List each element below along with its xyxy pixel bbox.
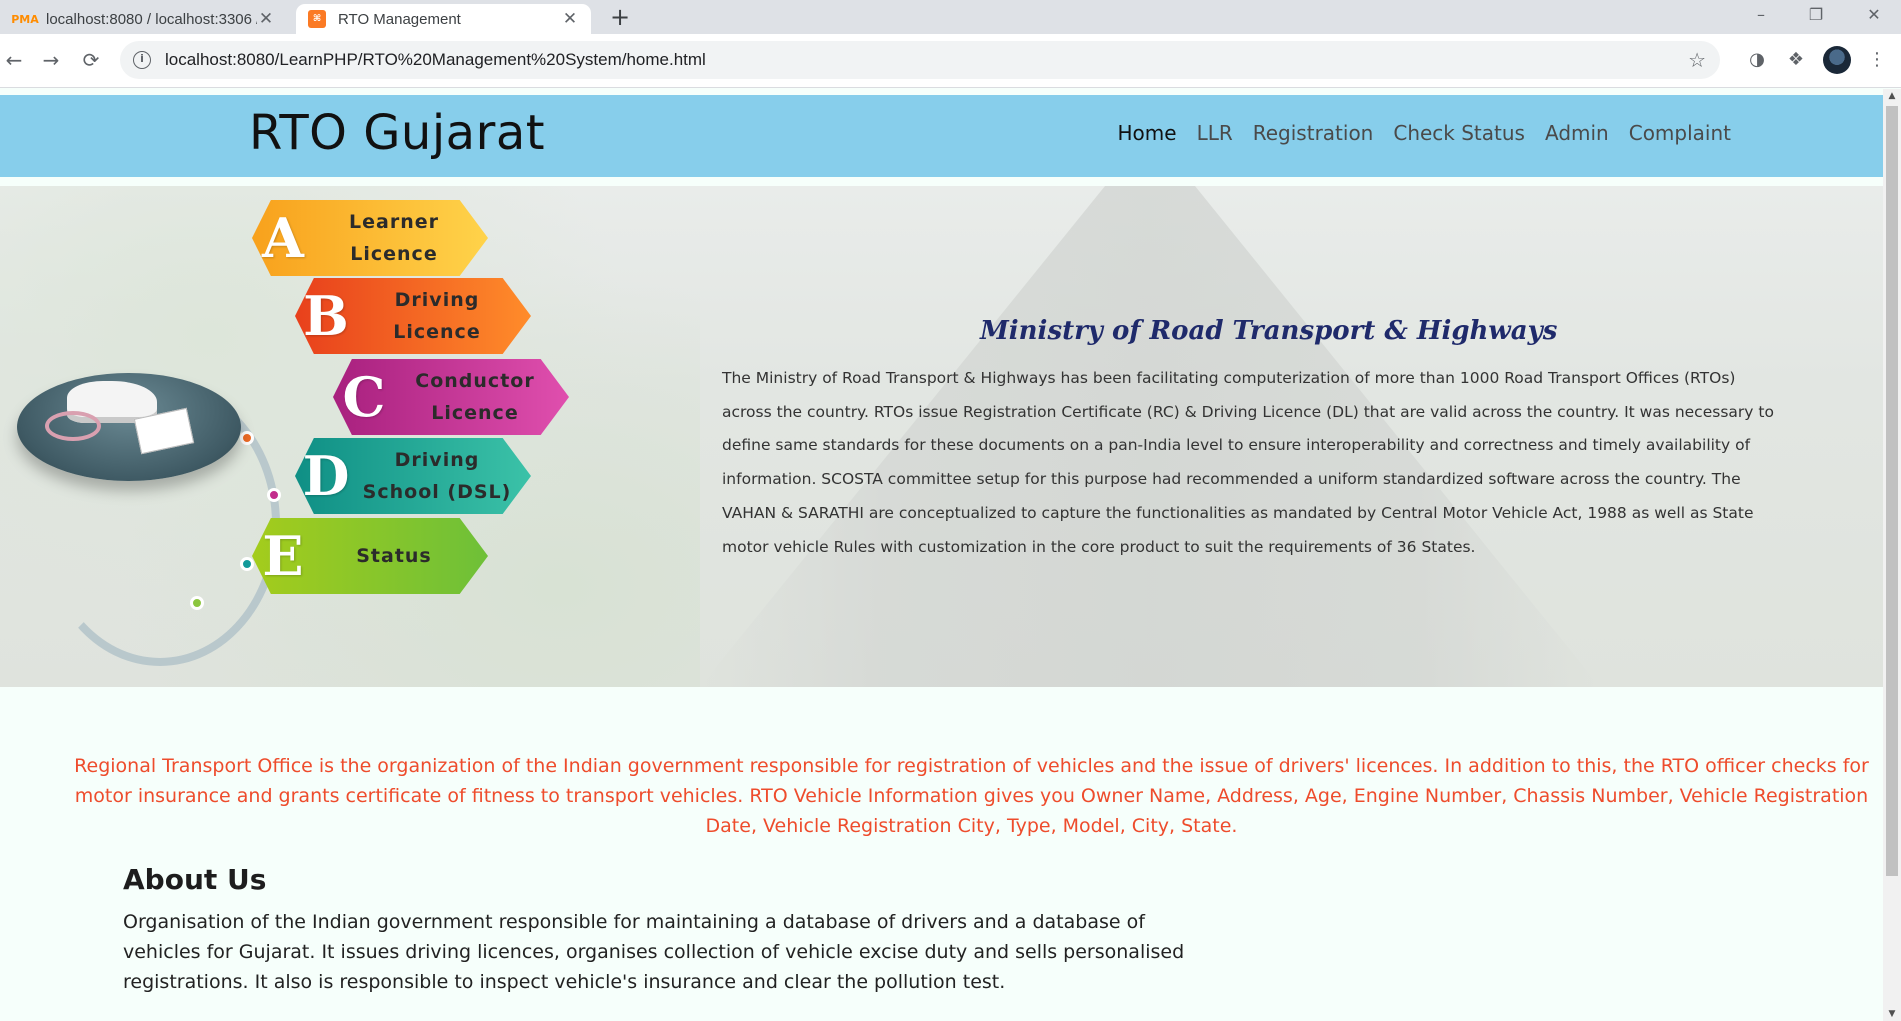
nav-check-status[interactable]: Check Status [1393,121,1525,145]
extension-icon[interactable]: ◑ [1745,48,1769,72]
window-close-button[interactable]: ✕ [1848,0,1900,30]
tab-phpmyadmin[interactable]: PMA localhost:8080 / localhost:3306 / ✕ [4,4,287,34]
bookmark-star-icon[interactable]: ☆ [1688,48,1706,72]
badge-letter: B [303,284,349,348]
url-text[interactable]: localhost:8080/LearnPHP/RTO%20Management… [165,50,706,70]
badge-label: Learner Licence [349,211,439,265]
intro-paragraph: Regional Transport Office is the organiz… [74,755,1869,837]
browser-toolbar: ← → ⟳ i localhost:8080/LearnPHP/RTO%20Ma… [0,34,1901,88]
scroll-up-arrow[interactable]: ▲ [1883,89,1901,103]
site-brand[interactable]: RTO Gujarat [249,105,545,161]
close-icon[interactable]: ✕ [561,9,579,29]
address-bar[interactable]: i localhost:8080/LearnPHP/RTO%20Manageme… [120,41,1720,79]
motorbike-icon [45,411,101,441]
info-icon[interactable]: i [133,51,151,69]
service-badge-driving-school[interactable]: D Driving School (DSL) [295,438,531,514]
badge-label: Status [356,545,432,567]
site-header: RTO Gujarat Home LLR Registration Check … [0,95,1883,177]
nav-admin[interactable]: Admin [1545,121,1609,145]
nav-complaint[interactable]: Complaint [1629,121,1731,145]
badge-label: Driving Licence [393,289,481,343]
service-badge-conductor-licence[interactable]: C Conductor Licence [333,359,569,435]
back-icon[interactable]: ← [0,46,28,74]
service-badge-status[interactable]: E Status [252,518,488,594]
close-icon[interactable]: ✕ [257,9,275,29]
service-badge-driving-licence[interactable]: B Driving Licence [295,278,531,354]
infographic-dot [267,488,281,502]
service-badge-learner-licence[interactable]: A Learner Licence [252,200,488,276]
xampp-icon: ⌘ [308,10,326,28]
services-infographic: A Learner Licence B Driving Licence C Co… [0,186,580,687]
nav-llr[interactable]: LLR [1197,121,1233,145]
nav-registration[interactable]: Registration [1253,121,1374,145]
forward-icon[interactable]: → [37,46,65,74]
profile-avatar[interactable] [1823,46,1851,74]
ministry-title: Ministry of Road Transport & Highways [980,316,1558,346]
infographic-dot [240,557,254,571]
badge-label: Conductor Licence [415,370,535,424]
restore-button[interactable]: ❐ [1790,0,1842,30]
badge-letter: C [342,365,386,429]
ministry-description: The Ministry of Road Transport & Highway… [722,369,1774,556]
reload-icon[interactable]: ⟳ [77,46,105,74]
infographic-dot [240,431,254,445]
new-tab-button[interactable]: + [608,4,632,30]
tab-title: localhost:8080 / localhost:3306 / [46,10,257,28]
minimize-button[interactable]: – [1735,0,1787,30]
tab-rto-management[interactable]: ⌘ RTO Management ✕ [296,4,591,34]
extensions-puzzle-icon[interactable]: ❖ [1784,48,1808,72]
page-viewport: RTO Gujarat Home LLR Registration Check … [0,89,1883,1021]
badge-label: Driving School (DSL) [362,449,512,503]
badge-letter: A [262,206,304,270]
hero-banner: A Learner Licence B Driving Licence C Co… [0,186,1883,687]
phpmyadmin-icon: PMA [11,12,39,26]
about-heading: About Us [123,863,267,896]
scroll-thumb[interactable] [1886,106,1898,876]
page-scrollbar[interactable]: ▲ ▼ [1883,89,1901,1021]
infographic-dot [190,596,204,610]
badge-letter: D [302,444,350,508]
scroll-down-arrow[interactable]: ▼ [1883,1007,1901,1021]
vehicles-illustration [17,373,241,481]
main-nav: Home LLR Registration Check Status Admin… [1118,121,1732,145]
browser-menu-icon[interactable]: ⋮ [1865,48,1889,72]
nav-home[interactable]: Home [1118,121,1177,145]
browser-tabstrip: PMA localhost:8080 / localhost:3306 / ✕ … [0,0,1901,34]
about-paragraph: Organisation of the Indian government re… [123,911,1185,993]
tab-title: RTO Management [338,10,461,28]
